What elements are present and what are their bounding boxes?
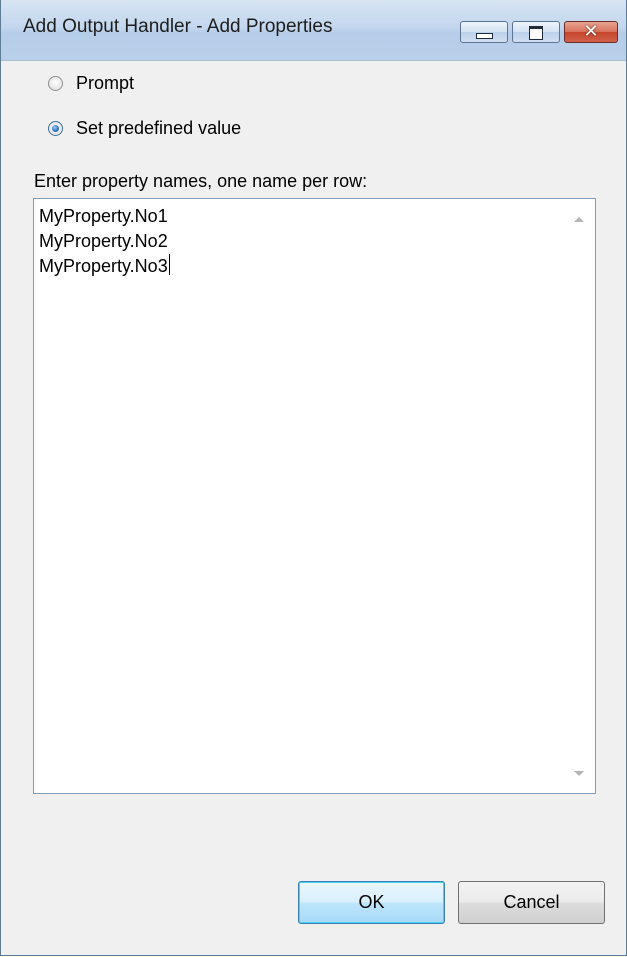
textarea-content[interactable]: MyProperty.No1 MyProperty.No2 MyProperty… — [39, 204, 170, 279]
window-title: Add Output Handler - Add Properties — [23, 16, 333, 37]
textarea-line: MyProperty.No2 — [39, 231, 168, 251]
textarea-line: MyProperty.No3 — [39, 256, 168, 276]
close-button[interactable]: ✕ — [564, 21, 618, 43]
predefined-value-radio-label: Set predefined value — [76, 117, 242, 138]
dialog-window: Add Output Handler - Add Properties ✕ Pr… — [0, 0, 627, 956]
maximize-icon — [529, 26, 543, 40]
minimize-icon — [476, 33, 493, 39]
text-caret — [168, 254, 170, 275]
maximize-button[interactable] — [512, 21, 560, 43]
prompt-option[interactable]: Prompt — [48, 70, 134, 96]
caption-buttons: ✕ — [460, 21, 620, 43]
radio-selected-dot — [52, 124, 59, 132]
minimize-button[interactable] — [460, 21, 508, 43]
close-icon: ✕ — [583, 21, 599, 42]
property-names-textarea[interactable]: MyProperty.No1 MyProperty.No2 MyProperty… — [33, 198, 596, 794]
prompt-radio-label: Prompt — [76, 72, 135, 93]
predefined-value-option[interactable]: Set predefined value — [48, 115, 241, 141]
textarea-line: MyProperty.No1 — [39, 206, 168, 226]
scroll-up-arrow-icon[interactable] — [574, 217, 584, 222]
textarea-line-with-caret: MyProperty.No3 — [39, 254, 170, 279]
cancel-button[interactable]: Cancel — [458, 881, 605, 924]
property-names-label: Enter property names, one name per row: — [34, 171, 368, 191]
title-bar[interactable]: Add Output Handler - Add Properties ✕ — [1, 0, 626, 61]
vertical-scrollbar[interactable] — [561, 199, 595, 793]
scroll-down-arrow-icon[interactable] — [574, 771, 584, 776]
predefined-value-radio[interactable] — [48, 120, 63, 136]
ok-button[interactable]: OK — [298, 881, 445, 924]
prompt-radio[interactable] — [48, 75, 63, 91]
